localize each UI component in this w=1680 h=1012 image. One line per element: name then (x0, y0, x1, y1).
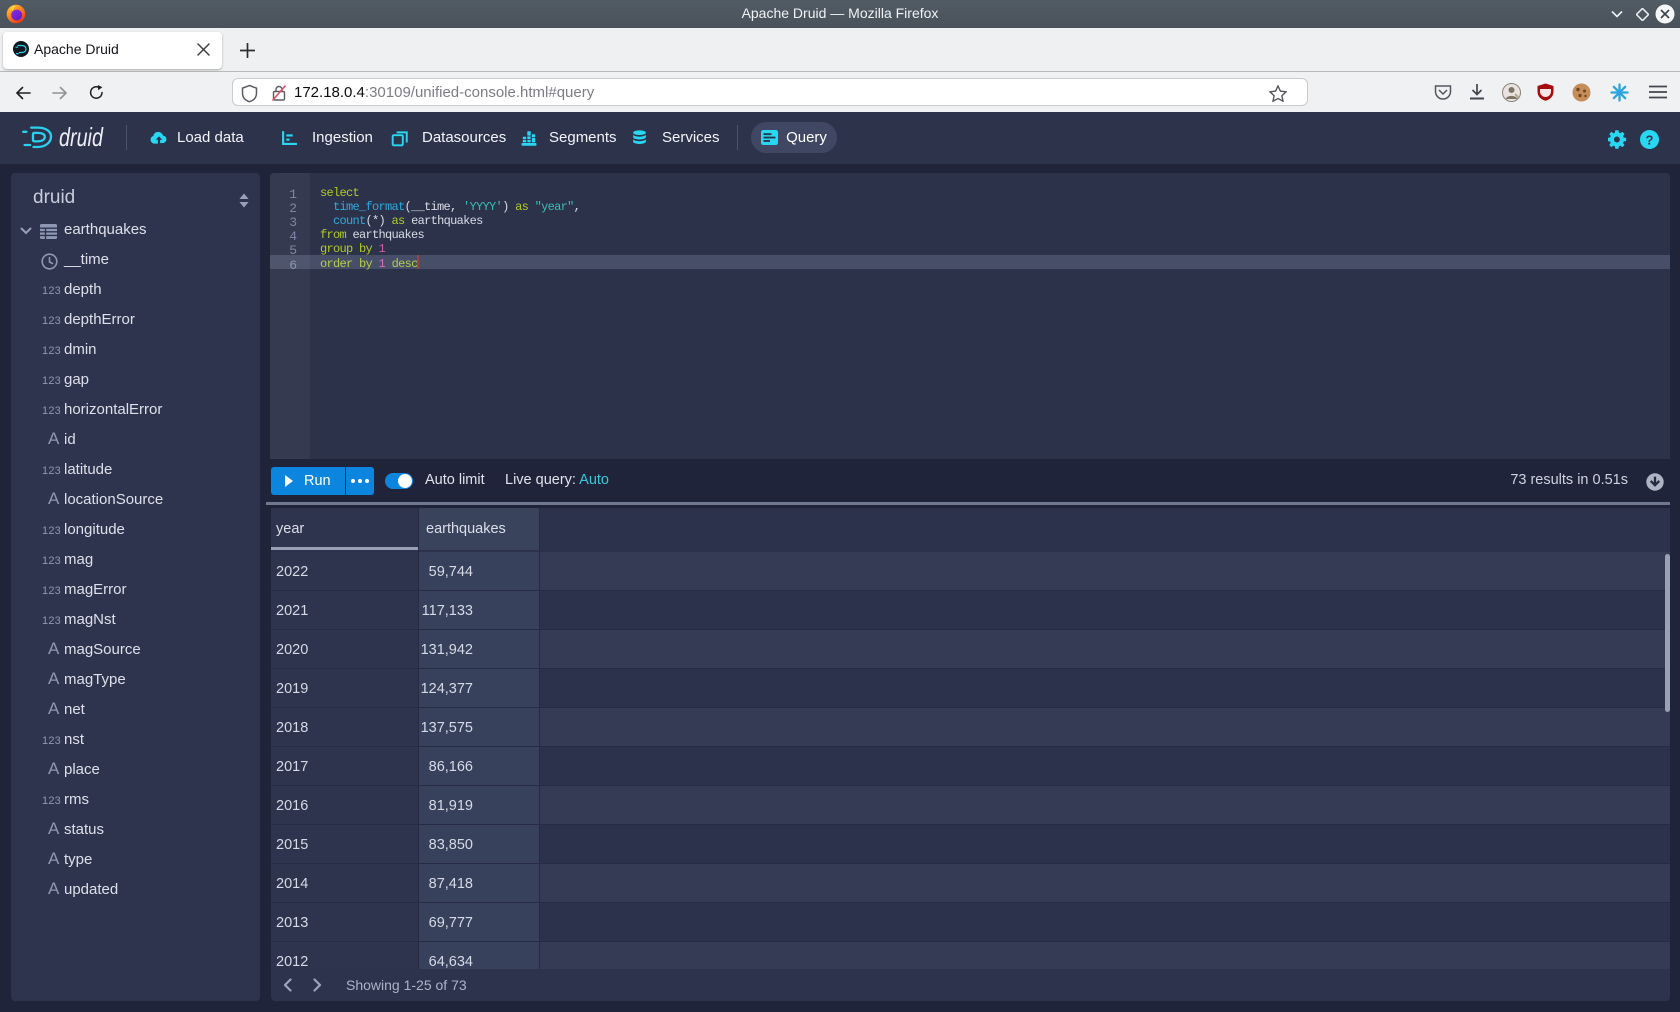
svg-text:?: ? (1646, 132, 1654, 147)
